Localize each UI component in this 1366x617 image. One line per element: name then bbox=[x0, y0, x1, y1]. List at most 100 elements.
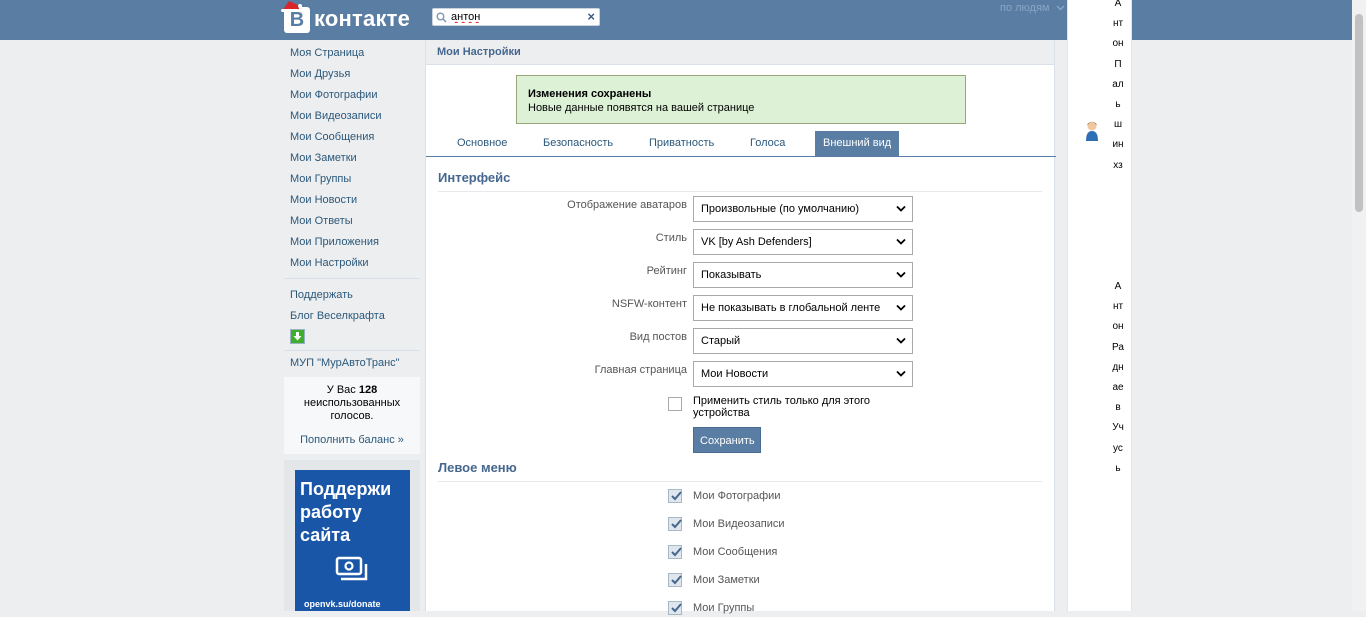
post-view-value: Старый bbox=[701, 335, 741, 347]
checkmark-icon bbox=[671, 519, 682, 529]
tab-appearance[interactable]: Внешний вид bbox=[815, 131, 900, 156]
sidebar-item-apps[interactable]: Мои Приложения bbox=[284, 232, 420, 253]
banner-line-3: сайта bbox=[300, 525, 351, 545]
sidebar-item-settings[interactable]: Мои Настройки bbox=[284, 253, 420, 274]
avatar-display-label: Отображение аватаров bbox=[567, 199, 687, 211]
top-up-balance-link[interactable]: Пополнить баланс » bbox=[284, 434, 420, 446]
style-select[interactable]: VK [by Ash Defenders] bbox=[693, 229, 913, 255]
chevron-down-icon bbox=[896, 271, 906, 278]
download-arrow-button[interactable] bbox=[290, 329, 305, 344]
rating-select[interactable]: Показывать bbox=[693, 262, 913, 288]
top-bar: В контакте × по людям bbox=[0, 0, 1366, 40]
clear-search-icon[interactable]: × bbox=[587, 9, 595, 24]
sidebar-item-groups[interactable]: Мои Группы bbox=[284, 169, 420, 190]
sidebar-item-news[interactable]: Мои Новости bbox=[284, 190, 420, 211]
search-filter-dropdown[interactable]: по людям bbox=[1000, 2, 1065, 14]
avatar-display-value: Произвольные (по умолчанию) bbox=[701, 203, 859, 215]
style-row: Стиль VK [by Ash Defenders] bbox=[426, 229, 1056, 255]
rating-row: Рейтинг Показывать bbox=[426, 262, 1056, 288]
votes-suffix: неиспользованных голосов. bbox=[303, 397, 401, 422]
sidebar-item-photos[interactable]: Мои Фотографии bbox=[284, 85, 420, 106]
avatar-display-select[interactable]: Произвольные (по умолчанию) bbox=[693, 196, 913, 222]
donate-banner-url: openvk.su/donate bbox=[304, 599, 381, 609]
menu-notes-label: Мои Заметки bbox=[693, 574, 760, 586]
sidebar-item-videos[interactable]: Мои Видеозаписи bbox=[284, 106, 420, 127]
nsfw-value: Не показывать в глобальной ленте bbox=[701, 302, 881, 314]
avatar[interactable] bbox=[1085, 120, 1099, 142]
home-page-select[interactable]: Мои Новости bbox=[693, 361, 913, 387]
sidebar-divider bbox=[284, 278, 420, 279]
chevron-down-icon bbox=[896, 238, 906, 245]
sidebar-item-friends[interactable]: Мои Друзья bbox=[284, 64, 420, 85]
page-scrollbar[interactable] bbox=[1352, 0, 1366, 611]
left-menu-item: Мои Сообщения bbox=[668, 545, 968, 561]
saved-notice: Изменения сохранены Новые данные появятс… bbox=[516, 75, 966, 124]
friends-online-panel: Антон Пальшин хз Антон Раднаев Учусь bbox=[1067, 0, 1132, 611]
device-only-label: Применить стиль только для этого устройс… bbox=[693, 395, 870, 419]
chevron-down-icon bbox=[896, 370, 906, 377]
down-arrow-icon bbox=[291, 330, 304, 343]
sidebar-item-messages[interactable]: Мои Сообщения bbox=[284, 127, 420, 148]
device-only-checkbox[interactable] bbox=[668, 397, 682, 411]
online-friend-name[interactable]: Антон Пальшин хз bbox=[1112, 0, 1124, 176]
chevron-down-icon bbox=[1056, 5, 1065, 11]
votes-text: У Вас 128 неиспользованных голосов. bbox=[284, 377, 420, 423]
settings-tabs: Основное Безопасность Приватность Голоса… bbox=[426, 131, 1056, 157]
menu-messages-checkbox[interactable] bbox=[668, 545, 682, 559]
sidebar-item-notes[interactable]: Мои Заметки bbox=[284, 148, 420, 169]
checkmark-icon bbox=[671, 575, 682, 585]
sidebar-divider bbox=[284, 350, 420, 351]
home-page-label: Главная страница bbox=[594, 364, 687, 376]
sidebar-item-answers[interactable]: Мои Ответы bbox=[284, 211, 420, 232]
home-page-value: Мои Новости bbox=[701, 368, 769, 380]
settings-panel: Мои Настройки Изменения сохранены Новые … bbox=[425, 40, 1056, 615]
avatar-display-row: Отображение аватаров Произвольные (по ум… bbox=[426, 196, 1056, 222]
donate-banner-title: Поддержи работу сайта bbox=[300, 478, 391, 547]
search-input[interactable] bbox=[451, 10, 581, 24]
post-view-select[interactable]: Старый bbox=[693, 328, 913, 354]
checkmark-icon bbox=[671, 491, 682, 501]
banner-line-1: Поддержи bbox=[300, 479, 392, 499]
menu-videos-checkbox[interactable] bbox=[668, 517, 682, 531]
left-menu-section-title: Левое меню bbox=[438, 460, 1042, 482]
chevron-down-icon bbox=[896, 337, 906, 344]
online-friend-name[interactable]: Антон Раднаев Учусь bbox=[1112, 277, 1124, 479]
donate-banner-frame: Поддержи работу сайта openvk.su/donate bbox=[284, 460, 420, 611]
votes-prefix: У Вас bbox=[326, 384, 356, 396]
nsfw-select[interactable]: Не показывать в глобальной ленте bbox=[693, 295, 913, 321]
search-box[interactable]: × bbox=[432, 8, 600, 26]
menu-photos-checkbox[interactable] bbox=[668, 489, 682, 503]
santa-hat-icon bbox=[281, 1, 302, 12]
save-button[interactable]: Сохранить bbox=[693, 427, 761, 453]
menu-notes-checkbox[interactable] bbox=[668, 573, 682, 587]
menu-photos-label: Мои Фотографии bbox=[693, 490, 781, 502]
sidebar-item-donate[interactable]: Поддержать bbox=[284, 285, 420, 306]
tab-security[interactable]: Безопасность bbox=[535, 131, 621, 156]
home-page-row: Главная страница Мои Новости bbox=[426, 361, 1056, 387]
device-only-row: Применить стиль только для этого устройс… bbox=[668, 395, 968, 421]
menu-videos-label: Мои Видеозаписи bbox=[693, 518, 785, 530]
left-sidebar: Моя Страница Мои Друзья Мои Фотографии М… bbox=[284, 40, 420, 374]
checkmark-icon bbox=[671, 603, 682, 613]
left-menu-item: Мои Видеозаписи bbox=[668, 517, 968, 533]
votes-count: 128 bbox=[358, 384, 378, 396]
tab-votes[interactable]: Голоса bbox=[742, 131, 793, 156]
search-icon bbox=[436, 12, 447, 23]
votes-box: У Вас 128 неиспользованных голосов. Попо… bbox=[284, 377, 420, 454]
left-menu-item: Мои Группы bbox=[668, 601, 968, 617]
interface-section-title: Интерфейс bbox=[438, 170, 1042, 192]
search-filter-label: по людям bbox=[1000, 2, 1050, 14]
logo-text: контакте bbox=[314, 6, 411, 31]
saved-notice-text: Новые данные появятся на вашей странице bbox=[528, 102, 755, 114]
sidebar-item-organization[interactable]: МУП "МурАвтоТранс" bbox=[284, 353, 420, 374]
menu-groups-checkbox[interactable] bbox=[668, 601, 682, 615]
sidebar-item-my-page[interactable]: Моя Страница bbox=[284, 43, 420, 64]
scrollbar-thumb[interactable] bbox=[1355, 14, 1363, 212]
donate-banner[interactable]: Поддержи работу сайта openvk.su/donate bbox=[295, 470, 410, 611]
tab-general[interactable]: Основное bbox=[449, 131, 515, 156]
tab-privacy[interactable]: Приватность bbox=[641, 131, 722, 156]
banner-line-2: работу bbox=[300, 502, 362, 522]
menu-messages-label: Мои Сообщения bbox=[693, 546, 778, 558]
sidebar-item-blog[interactable]: Блог Веселкрафта bbox=[284, 306, 420, 327]
saved-notice-title: Изменения сохранены bbox=[528, 88, 652, 100]
